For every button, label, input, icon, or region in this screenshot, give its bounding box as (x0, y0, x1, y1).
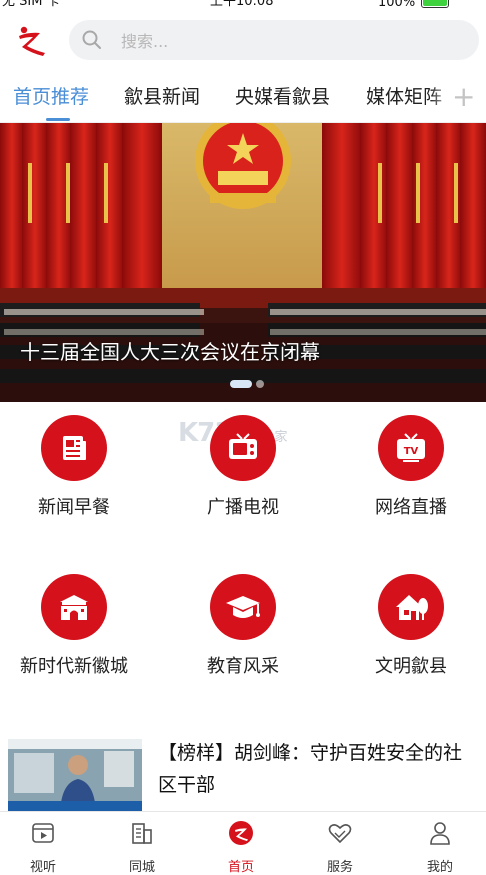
nav-profile[interactable]: 我的 (405, 820, 475, 875)
home-logo-icon (229, 821, 253, 845)
feature-civilized-county[interactable]: 文明歙县 (341, 574, 481, 678)
feature-education[interactable]: 教育风采 (173, 574, 313, 678)
feature-news-breakfast[interactable]: 新闻早餐 (4, 415, 144, 519)
feature-new-era-city[interactable]: 新时代新徽城 (4, 574, 144, 678)
feature-broadcast-tv[interactable]: 广播电视 (173, 415, 313, 519)
carousel-dot[interactable] (256, 380, 264, 388)
feature-label: 广播电视 (207, 497, 279, 518)
news-title: 【榜样】胡剑峰：守护百姓安全的社区干部 (158, 742, 463, 796)
nav-label: 服务 (326, 860, 353, 875)
news-thumbnail (8, 739, 142, 817)
bottom-nav: 视听 同城 首页 服务 我的 (0, 811, 486, 875)
app-logo-icon[interactable] (14, 22, 50, 58)
nav-label: 视听 (29, 860, 56, 875)
nav-label: 首页 (227, 860, 254, 875)
nav-label: 同城 (128, 860, 155, 875)
heart-hands-icon (328, 824, 352, 844)
nav-service[interactable]: 服务 (305, 820, 375, 875)
search-icon (82, 30, 101, 49)
search-placeholder: 搜索... (121, 32, 169, 51)
feature-label: 新时代新徽城 (20, 656, 128, 677)
carousel-dot-active[interactable] (230, 380, 252, 388)
tab-county-news[interactable]: 歙县新闻 (124, 82, 200, 109)
banner-carousel[interactable]: 十三届全国人大三次会议在京闭幕 (0, 123, 486, 402)
nav-local[interactable]: 同城 (107, 820, 177, 875)
active-tab-indicator (46, 118, 70, 121)
nav-video[interactable]: 视听 (8, 820, 78, 875)
video-icon (32, 823, 54, 843)
add-tab-icon[interactable]: + (452, 80, 475, 113)
feature-live-stream[interactable]: TV 网络直播 (341, 415, 481, 519)
building-icon (132, 823, 152, 844)
carousel-dots (230, 380, 264, 388)
graduation-cap-icon (210, 574, 276, 640)
newspaper-icon (41, 415, 107, 481)
news-list-item[interactable]: 【榜样】胡剑峰：守护百姓安全的社区干部 (0, 733, 486, 817)
nav-home[interactable]: 首页 (206, 820, 276, 875)
house-tree-icon (378, 574, 444, 640)
battery-icon (421, 0, 450, 8)
search-bar[interactable]: 搜索... (69, 20, 479, 60)
svg-text:TV: TV (404, 446, 419, 457)
status-right: 100% (378, 0, 450, 10)
feature-label: 文明歙县 (375, 656, 447, 677)
feature-label: 新闻早餐 (38, 497, 110, 518)
battery-percent: 100% (378, 0, 416, 10)
user-icon (430, 822, 450, 845)
banner-caption: 十三届全国人大三次会议在京闭幕 (20, 340, 320, 364)
clock: 上午10:08 (210, 0, 274, 9)
app-header: 搜索... (0, 18, 486, 66)
feature-label: 教育风采 (207, 656, 279, 677)
status-bar: 无 SIM 卡 上午10:08 100% (0, 0, 486, 12)
radio-tv-icon (210, 415, 276, 481)
tab-recommend[interactable]: 首页推荐 (13, 82, 89, 109)
nav-label: 我的 (426, 860, 453, 875)
feature-label: 网络直播 (375, 497, 447, 518)
tab-central-media[interactable]: 央媒看歙县 (235, 82, 330, 109)
category-tabs: 首页推荐 歙县新闻 央媒看歙县 媒体矩阵 + (0, 76, 486, 123)
tv-live-icon: TV (378, 415, 444, 481)
city-gate-icon (41, 574, 107, 640)
carrier-label: 无 SIM 卡 (2, 0, 60, 9)
